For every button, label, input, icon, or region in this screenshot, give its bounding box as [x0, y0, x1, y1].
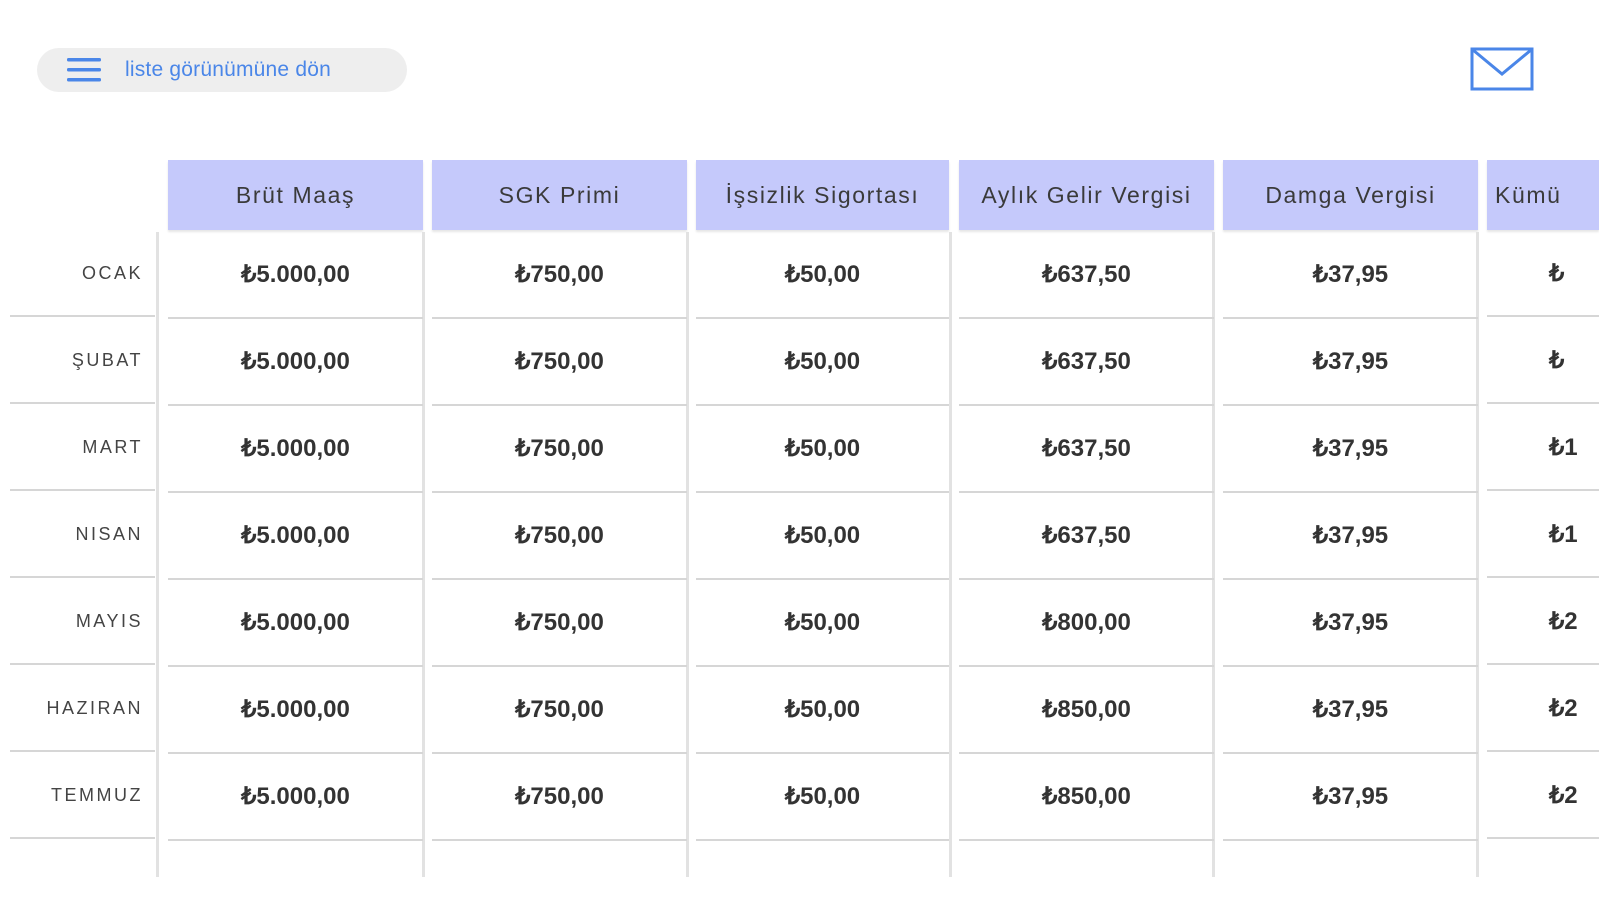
table-cell: ₺5.000,00: [168, 406, 423, 493]
column-header-sgk-primi: SGK Primi: [432, 160, 687, 230]
table-cell: ₺1: [1487, 406, 1599, 491]
table-cell: ₺637,50: [959, 232, 1214, 319]
table-cell: ₺637,50: [959, 406, 1214, 493]
row-month-label: ŞUBAT: [10, 319, 155, 404]
table-cell: ₺50,00: [696, 667, 949, 754]
table-cell: ₺750,00: [432, 232, 687, 319]
table-cell: ₺: [1487, 232, 1599, 317]
column-divider: [156, 232, 159, 877]
table-cell: ₺50,00: [696, 493, 949, 580]
table-cell: ₺: [1487, 319, 1599, 404]
column-header-aylik-gelir-vergisi: Aylık Gelir Vergisi: [959, 160, 1214, 230]
column-header-kumulatif: Kümü: [1487, 160, 1599, 230]
hamburger-menu-icon: [67, 58, 101, 82]
table-cell: ₺37,95: [1223, 319, 1478, 406]
row-month-label: OCAK: [10, 232, 155, 317]
table-cell: ₺37,95: [1223, 580, 1478, 667]
table-cell: ₺50,00: [696, 319, 949, 406]
mail-icon: [1470, 47, 1534, 91]
back-to-list-label: liste görünümüne dön: [125, 58, 331, 81]
table-cell: ₺800,00: [959, 580, 1214, 667]
table-cell: ₺37,95: [1223, 667, 1478, 754]
row-month-label: MART: [10, 406, 155, 491]
table-cell: ₺750,00: [432, 406, 687, 493]
table-cell: ₺50,00: [696, 754, 949, 841]
table-cell: ₺1: [1487, 493, 1599, 578]
table-cell: ₺637,50: [959, 319, 1214, 406]
table-cell: ₺850,00: [959, 667, 1214, 754]
column-header-damga-vergisi: Damga Vergisi: [1223, 160, 1478, 230]
table-cell: ₺5.000,00: [168, 754, 423, 841]
row-month-label: MAYIS: [10, 580, 155, 665]
table-cell: ₺37,95: [1223, 493, 1478, 580]
column-divider: [949, 232, 952, 877]
salary-table: Brüt Maaş SGK Primi İşsizlik Sigortası A…: [0, 160, 1599, 880]
table-cell: ₺5.000,00: [168, 232, 423, 319]
mail-button[interactable]: [1470, 46, 1534, 92]
back-to-list-button[interactable]: liste görünümüne dön: [37, 48, 407, 92]
table-cell: ₺750,00: [432, 319, 687, 406]
table-cell: ₺850,00: [959, 754, 1214, 841]
salary-table-page: liste görünümüne dön Brüt Maaş SGK Primi…: [0, 0, 1599, 900]
table-cell: ₺5.000,00: [168, 493, 423, 580]
table-cell: ₺2: [1487, 754, 1599, 839]
table-cell: ₺750,00: [432, 493, 687, 580]
table-cell: ₺5.000,00: [168, 319, 423, 406]
table-cell: ₺37,95: [1223, 232, 1478, 319]
row-month-label: NISAN: [10, 493, 155, 578]
table-cell: ₺750,00: [432, 667, 687, 754]
table-cell: ₺50,00: [696, 580, 949, 667]
column-header-brut-maas: Brüt Maaş: [168, 160, 423, 230]
table-cell: ₺2: [1487, 580, 1599, 665]
table-cell: ₺50,00: [696, 232, 949, 319]
table-cell: ₺2: [1487, 667, 1599, 752]
row-month-label: HAZIRAN: [10, 667, 155, 752]
row-month-label: TEMMUZ: [10, 754, 155, 839]
table-cell: ₺5.000,00: [168, 580, 423, 667]
table-cell: ₺5.000,00: [168, 667, 423, 754]
table-cell: ₺37,95: [1223, 754, 1478, 841]
table-cell: ₺750,00: [432, 754, 687, 841]
table-cell: ₺50,00: [696, 406, 949, 493]
column-header-issizlik-sigortasi: İşsizlik Sigortası: [696, 160, 949, 230]
table-cell: ₺637,50: [959, 493, 1214, 580]
table-cell: ₺37,95: [1223, 406, 1478, 493]
table-cell: ₺750,00: [432, 580, 687, 667]
